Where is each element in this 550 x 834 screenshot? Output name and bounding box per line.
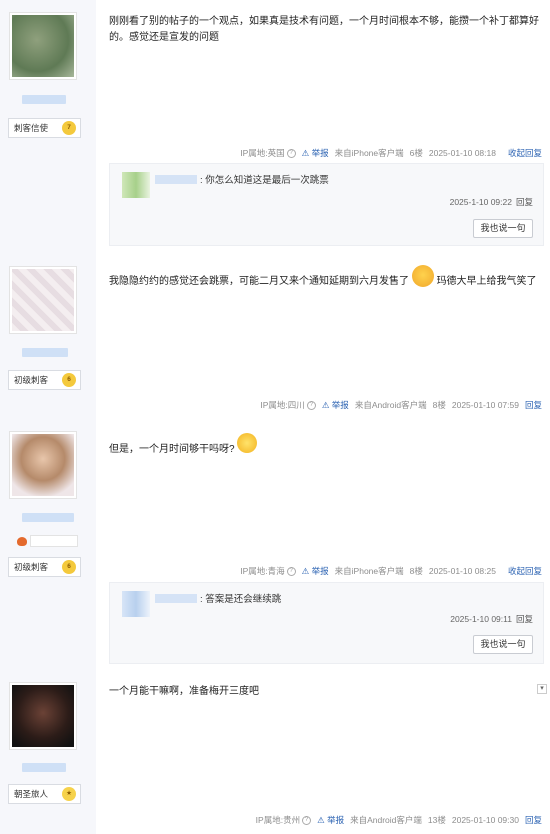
help-icon[interactable]: ? [306,400,316,410]
post-content: 刚刚看了别的帖子的一个观点，如果真是技术有问题，一个月时间根本不够，能攒一个补丁… [109,16,539,43]
level-star-icon: 6 [62,560,76,574]
post-meta: IP属地:四川? ⚠ 举报 来自Android客户端 8楼 2025-01-10… [260,399,542,411]
username[interactable] [22,95,66,104]
reply-button[interactable]: 回复 [525,814,542,826]
reply-avatar[interactable] [122,591,150,617]
collapse-reply-button[interactable]: 收起回复 [508,147,542,159]
report-link[interactable]: ⚠ 举报 [322,399,349,411]
post-meta: IP属地:青海? ⚠ 举报 来自iPhone客户端 8楼 2025-01-10 … [240,565,542,577]
help-icon[interactable]: ? [286,566,296,576]
user-badge: 初级刺客 6 [8,370,81,390]
post-content: 我隐隐约约的感觉还会跳票，可能二月又来个通知延期到六月发售了 玛德大早上给我气笑… [109,265,549,290]
avatar[interactable] [9,266,77,334]
post-meta: IP属地:贵州? ⚠ 举报 来自Android客户端 13楼 2025-01-1… [255,814,542,826]
reply-button[interactable]: 回复 [525,399,542,411]
say-something-button[interactable]: 我也说一句 [473,635,533,654]
chevron-down-icon[interactable]: ▾ [537,684,547,694]
help-icon[interactable]: ? [302,815,312,825]
post-content: 一个月能干嘛啊，准备梅开三度吧 [109,686,259,697]
user-badge: 刺客信使 7 [8,118,81,138]
say-something-button[interactable]: 我也说一句 [473,219,533,238]
fire-icon [17,537,27,546]
level-star-icon: 6 [62,373,76,387]
username[interactable] [22,763,66,772]
report-link[interactable]: ⚠ 举报 [302,147,329,159]
reply-box: : 答案是还会继续跳 2025-1-10 09:11 回复 我也说一句 [109,582,544,664]
reply-link[interactable]: 回复 [516,197,533,207]
collapse-reply-button[interactable]: 收起回复 [508,565,542,577]
report-link[interactable]: ⚠ 举报 [317,814,344,826]
username[interactable] [22,348,68,357]
username[interactable] [22,513,74,522]
shocked-face-emoji-icon [237,433,258,454]
avatar[interactable] [9,12,77,80]
reply-username[interactable] [155,175,197,184]
avatar[interactable] [9,682,77,750]
reply-text: : 你怎么知道这是最后一次跳票 [200,175,329,186]
reply-link[interactable]: 回复 [516,614,533,624]
user-badge: 初级刺客 6 [8,557,81,577]
user-badge: 朝圣旅人 ★ [8,784,81,804]
reply-text: : 答案是还会继续跳 [200,594,282,605]
title-bar [30,535,78,547]
laughing-face-emoji-icon [411,265,434,288]
level-star-icon: ★ [62,787,76,801]
reply-box: : 你怎么知道这是最后一次跳票 2025-1-10 09:22 回复 我也说一句 [109,163,544,246]
reply-username[interactable] [155,594,197,603]
post-meta: IP属地:英国? ⚠ 举报 来自iPhone客户端 6楼 2025-01-10 … [240,147,542,159]
avatar[interactable] [9,431,77,499]
reply-avatar[interactable] [122,172,150,198]
post-content: 但是，一个月时间够干吗呀? [109,433,539,458]
report-link[interactable]: ⚠ 举报 [302,565,329,577]
reply-meta: 2025-1-10 09:22 回复 [449,197,533,207]
reply-meta: 2025-1-10 09:11 回复 [450,614,533,624]
help-icon[interactable]: ? [286,148,296,158]
level-star-icon: 7 [62,121,76,135]
